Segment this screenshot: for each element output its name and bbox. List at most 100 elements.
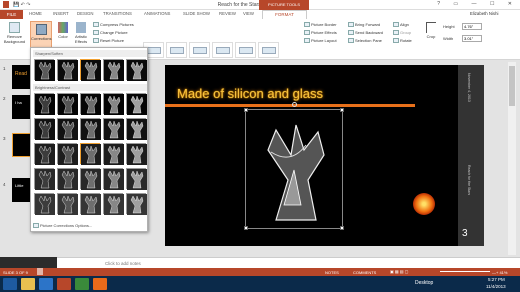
brightness-contrast-preset[interactable] [34, 143, 55, 165]
picture-style-3[interactable] [189, 42, 210, 58]
brightness-contrast-preset[interactable] [57, 168, 78, 190]
remove-background-button[interactable]: Remove Background [2, 22, 27, 44]
reset-picture-button[interactable]: Reset Picture [93, 38, 124, 44]
picture-tools-label: PICTURE TOOLS [259, 0, 309, 10]
sharpen-preset[interactable] [103, 59, 124, 81]
brightness-contrast-preset[interactable] [34, 193, 55, 215]
sharpen-preset[interactable] [57, 59, 78, 81]
picture-style-5[interactable] [235, 42, 256, 58]
selection-pane-button[interactable]: Selection Pane [348, 38, 382, 44]
sharpen-preset[interactable] [80, 59, 101, 81]
options-icon [33, 223, 39, 229]
tab-file[interactable]: FILE [0, 10, 23, 19]
start-icon[interactable] [3, 278, 17, 290]
zoom-slider[interactable] [440, 271, 490, 272]
picture-style-4[interactable] [212, 42, 233, 58]
rotate-button[interactable]: Rotate [393, 38, 412, 44]
ie-icon[interactable] [39, 278, 53, 290]
tab-design[interactable]: DESIGN [77, 11, 93, 16]
ribbon-tabs: HOME INSERT DESIGN TRANSITIONS ANIMATION… [0, 10, 520, 19]
tab-review[interactable]: REVIEW [219, 11, 236, 16]
brightness-contrast-preset[interactable] [103, 193, 124, 215]
explorer-icon[interactable] [21, 278, 35, 290]
brightness-contrast-preset[interactable] [126, 193, 147, 215]
quick-access-icon[interactable]: 💾 ↶ ↷ [13, 2, 30, 8]
brightness-contrast-preset[interactable] [126, 118, 147, 140]
selected-picture[interactable] [244, 102, 344, 230]
resize-handle[interactable] [244, 108, 248, 112]
send-backward-button[interactable]: Send Backward [348, 30, 383, 36]
brightness-contrast-preset[interactable] [34, 168, 55, 190]
slide-title[interactable]: Made of silicon and glass [177, 86, 323, 101]
artistic-effects-icon [76, 22, 86, 33]
sharpen-preset[interactable] [126, 59, 147, 81]
color-button[interactable]: Color [55, 22, 71, 40]
rotate-handle[interactable] [292, 102, 297, 107]
picture-layout-button[interactable]: Picture Layout [304, 38, 337, 44]
brightness-contrast-preset[interactable] [80, 168, 101, 190]
comments-toggle[interactable]: COMMENTS [353, 270, 376, 275]
brightness-contrast-preset[interactable] [57, 118, 78, 140]
resize-handle[interactable] [340, 226, 344, 230]
picture-border-button[interactable]: Picture Border [304, 22, 337, 28]
app-taskbar-icon[interactable] [93, 278, 107, 290]
width-input[interactable] [462, 35, 482, 42]
scroll-thumb[interactable] [509, 66, 515, 106]
picture-style-6[interactable] [258, 42, 279, 58]
brightness-contrast-preset[interactable] [103, 168, 124, 190]
border-icon [304, 22, 310, 28]
sharpen-preset[interactable] [34, 59, 55, 81]
spelling-icon[interactable] [37, 268, 43, 275]
brightness-contrast-preset[interactable] [57, 143, 78, 165]
brightness-contrast-preset[interactable] [80, 143, 101, 165]
powerpoint-taskbar-icon[interactable] [57, 278, 71, 290]
brightness-contrast-preset[interactable] [103, 93, 124, 115]
group-button[interactable]: Group [393, 30, 411, 36]
crop-button[interactable]: Crop [424, 22, 438, 40]
window-controls[interactable]: ? ▭ — ☐ ✕ [437, 1, 518, 7]
title-underline [165, 104, 415, 107]
tab-slide-show[interactable]: SLIDE SHOW [183, 11, 210, 16]
tab-view[interactable]: VIEW [243, 11, 254, 16]
notes-toggle[interactable]: NOTES [325, 270, 339, 275]
picture-corrections-options-link[interactable]: Picture Corrections Options... [33, 223, 92, 229]
notes-pane[interactable]: Click to add notes [57, 257, 520, 268]
brightness-contrast-preset[interactable] [126, 168, 147, 190]
brightness-contrast-preset[interactable] [34, 93, 55, 115]
crop-icon [426, 22, 436, 33]
slide-canvas[interactable]: Made of silicon and glass [165, 65, 484, 246]
view-buttons-icon[interactable]: ▣ ▦ ▤ ▢ [390, 269, 408, 274]
brightness-contrast-preset[interactable] [80, 93, 101, 115]
powerpoint-logo-icon [3, 1, 9, 8]
tab-insert[interactable]: INSERT [53, 11, 69, 16]
brightness-contrast-preset[interactable] [80, 193, 101, 215]
brightness-contrast-preset[interactable] [34, 118, 55, 140]
brightness-contrast-preset[interactable] [80, 118, 101, 140]
brightness-contrast-preset[interactable] [103, 143, 124, 165]
picture-style-2[interactable] [166, 42, 187, 58]
excel-taskbar-icon[interactable] [75, 278, 89, 290]
vertical-scrollbar[interactable] [508, 62, 516, 255]
brightness-contrast-preset[interactable] [57, 93, 78, 115]
tab-home[interactable]: HOME [29, 11, 42, 16]
change-picture-button[interactable]: Change Picture [93, 30, 128, 36]
brightness-contrast-preset[interactable] [126, 143, 147, 165]
resize-handle[interactable] [340, 108, 344, 112]
brightness-contrast-preset[interactable] [57, 193, 78, 215]
tab-transitions[interactable]: TRANSITIONS [103, 11, 132, 16]
align-button[interactable]: Align [393, 22, 409, 28]
brightness-contrast-preset[interactable] [103, 118, 124, 140]
resize-handle[interactable] [244, 226, 248, 230]
height-input[interactable] [462, 23, 482, 30]
brightness-contrast-preset[interactable] [126, 93, 147, 115]
compress-pictures-button[interactable]: Compress Pictures [93, 22, 134, 28]
tab-format[interactable]: FORMAT [262, 10, 307, 19]
picture-effects-button[interactable]: Picture Effects [304, 30, 337, 36]
user-name[interactable]: Elizabeth Nishi [470, 11, 498, 16]
brightness-contrast-header: Brightness/Contrast [33, 84, 147, 91]
artistic-effects-button[interactable]: Artistic Effects [72, 22, 90, 44]
bring-forward-button[interactable]: Bring Forward [348, 22, 380, 28]
desktop-toolbar[interactable]: Desktop [415, 280, 433, 286]
tab-animations[interactable]: ANIMATIONS [144, 11, 170, 16]
zoom-level[interactable]: —+ 41% [492, 270, 507, 275]
